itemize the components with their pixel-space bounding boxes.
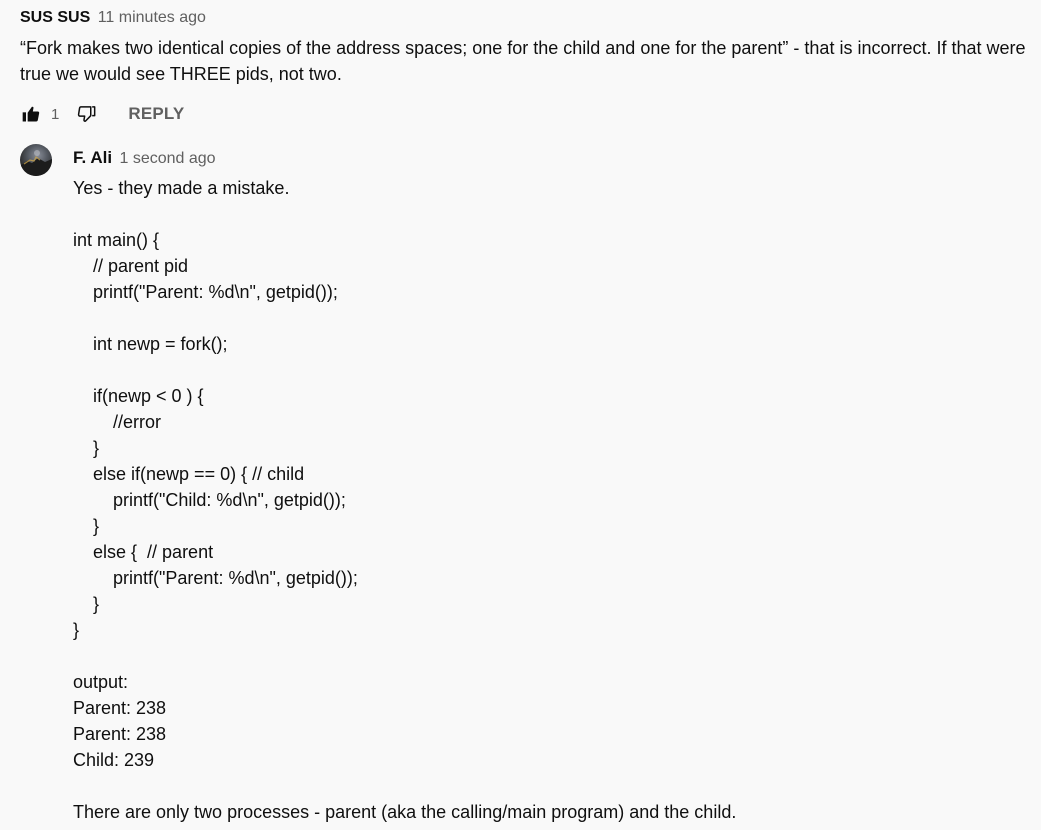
reply-line: // parent pid [73, 256, 189, 276]
reply-button[interactable]: REPLY [128, 104, 184, 124]
reply-line: printf("Child: %d\n", getpid()); [73, 490, 346, 510]
reply-line: int newp = fork(); [73, 334, 228, 354]
reply-line: output: [73, 672, 129, 692]
like-count: 1 [51, 105, 60, 123]
thumbs-up-icon[interactable] [20, 103, 42, 125]
comment-actions: 1 REPLY [20, 100, 184, 128]
reply-header: F. Ali 1 second ago [73, 146, 1033, 170]
comment-text: “Fork makes two identical copies of the … [20, 38, 1026, 84]
reply-line: else { // parent [73, 542, 214, 562]
reply-line: if(newp < 0 ) { [73, 386, 204, 406]
comment-header: SUS SUS 11 minutes ago [20, 6, 1035, 30]
reply-line: Parent: 238 [73, 724, 167, 744]
reply-line: } [73, 516, 100, 536]
reply-line: } [73, 594, 100, 614]
reply-line: Yes - they made a mistake. [73, 178, 290, 198]
avatar[interactable] [20, 144, 52, 176]
reply-line [73, 305, 1033, 331]
reply-text: Yes - they made a mistake. int main() { … [73, 175, 1033, 825]
reply-line: Child: 239 [73, 750, 155, 770]
reply-line [73, 201, 1033, 227]
reply-line: printf("Parent: %d\n", getpid()); [73, 282, 338, 302]
comment-timestamp[interactable]: 11 minutes ago [98, 9, 206, 26]
reply-line: } [73, 438, 100, 458]
reply-line: } [73, 620, 80, 640]
comment-thread: SUS SUS 11 minutes ago “Fork makes two i… [0, 0, 1041, 830]
comment: SUS SUS 11 minutes ago “Fork makes two i… [20, 6, 1035, 87]
reply-timestamp[interactable]: 1 second ago [120, 150, 216, 167]
reply-author[interactable]: F. Ali [73, 148, 112, 167]
reply-line: int main() { [73, 230, 160, 250]
reply-line: Parent: 238 [73, 698, 167, 718]
reply-line [73, 773, 1033, 799]
comment-author[interactable]: SUS SUS [20, 9, 90, 26]
reply-line: printf("Parent: %d\n", getpid()); [73, 568, 358, 588]
reply-line: else if(newp == 0) { // child [73, 464, 305, 484]
reply-line: There are only two processes - parent (a… [73, 802, 737, 822]
reply-line: //error [73, 412, 162, 432]
reply-body: F. Ali 1 second ago Yes - they made a mi… [73, 146, 1033, 825]
reply-line [73, 643, 1033, 669]
reply-line [73, 357, 1033, 383]
thumbs-down-icon[interactable] [76, 103, 98, 125]
